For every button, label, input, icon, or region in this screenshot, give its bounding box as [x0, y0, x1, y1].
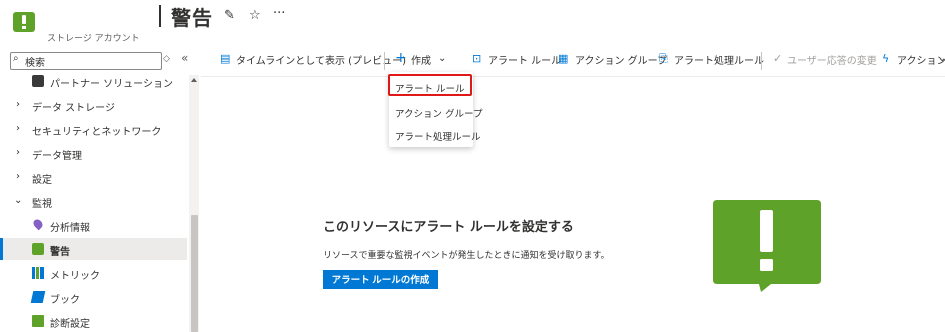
sidebar-item-insights[interactable] [0, 214, 187, 236]
alert-rule-icon: ⊡ [472, 52, 482, 65]
sidebar-item-label: メトリック [50, 271, 100, 282]
chevron-right-icon: › [16, 171, 20, 182]
action-groups-button[interactable]: アクション グループ [575, 52, 667, 69]
create-button[interactable]: 作成 [411, 52, 431, 69]
chevron-right-icon: › [16, 147, 20, 158]
sidebar-item-label: セキュリティとネットワーク [32, 127, 162, 138]
title-divider [159, 5, 161, 27]
sidebar-item-alerts[interactable] [0, 238, 187, 260]
sidebar-item-data-management[interactable] [0, 142, 187, 164]
chevron-down-icon: ⌄ [14, 195, 23, 206]
alert-app-icon [13, 12, 35, 32]
alert-illustration-icon [713, 200, 821, 296]
highlight-box [388, 74, 472, 96]
diagnostic-settings-icon [32, 315, 44, 327]
resource-type-label: ストレージ アカウント [47, 34, 140, 44]
change-user-response-button[interactable]: ユーザー応答の変更 [787, 52, 877, 69]
sidebar-item-label: 診断設定 [50, 319, 90, 330]
active-indicator [0, 238, 3, 260]
toolbar-divider [384, 52, 385, 70]
alert-processing-icon: ⎘ [659, 52, 668, 65]
menu-item-alert-processing-rule[interactable]: アラート処理ルール [395, 129, 481, 143]
sidebar-item-workbooks[interactable] [0, 286, 187, 308]
empty-state-title: このリソースにアラート ルールを設定する [323, 220, 574, 235]
search-options-icon[interactable]: ◇ [163, 54, 170, 64]
scroll-up-icon[interactable] [191, 78, 197, 82]
sidebar-item-diagnostic-settings[interactable] [0, 310, 187, 332]
alert-icon [32, 243, 44, 255]
sidebar-item-label: データ ストレージ [32, 103, 115, 114]
toolbar-divider [761, 52, 762, 70]
partner-solutions-icon [32, 75, 44, 87]
menu-item-action-group[interactable]: アクション グループ [395, 106, 482, 120]
sidebar-item-monitoring[interactable] [0, 190, 187, 212]
plus-icon: + [395, 50, 407, 66]
sidebar-item-label: データ管理 [32, 151, 82, 162]
chevron-down-icon[interactable]: ⌄ [938, 53, 945, 70]
page-title: 警告 [171, 6, 213, 30]
workbooks-icon [30, 291, 46, 303]
metrics-icon [32, 267, 44, 279]
action-group-icon: ▦ [558, 52, 569, 65]
timeline-view-button[interactable]: タイムラインとして表示 (プレビュー) [236, 52, 406, 69]
sidebar-item-label: ブック [50, 295, 80, 306]
chevron-right-icon: › [16, 123, 20, 134]
timeline-icon: ▤ [220, 52, 231, 65]
collapse-sidebar-icon[interactable]: « [181, 51, 188, 65]
search-placeholder: 検索 [25, 58, 45, 69]
checkmark-icon: ✓ [773, 52, 783, 65]
sidebar-item-label: パートナー ソリューション [50, 79, 173, 90]
star-icon[interactable]: ☆ [249, 8, 261, 23]
sidebar-item-settings[interactable] [0, 166, 187, 188]
ellipsis-icon[interactable]: ··· [273, 6, 285, 21]
search-icon: ⌕ [13, 53, 19, 64]
lightning-icon: ϟ [882, 52, 890, 65]
empty-state-description: リソースで重要な監視イベントが発生したときに通知を受け取ります。 [323, 251, 610, 261]
toolbar-separator [201, 76, 945, 77]
sidebar-item-label: 分析情報 [50, 223, 90, 234]
alert-rules-button[interactable]: アラート ルール [488, 52, 561, 69]
create-alert-rule-button[interactable]: アラート ルールの作成 [323, 270, 438, 289]
sidebar-item-label: 警告 [50, 247, 70, 258]
chevron-down-icon[interactable]: ⌄ [438, 53, 446, 70]
alert-processing-rules-button[interactable]: アラート処理ルール [674, 52, 764, 69]
chevron-right-icon: › [16, 99, 20, 110]
sidebar-item-label: 設定 [32, 175, 52, 186]
scrollbar-thumb[interactable] [191, 215, 198, 332]
pin-icon[interactable]: ✎ [224, 8, 235, 23]
sidebar-item-label: 監視 [32, 199, 52, 210]
